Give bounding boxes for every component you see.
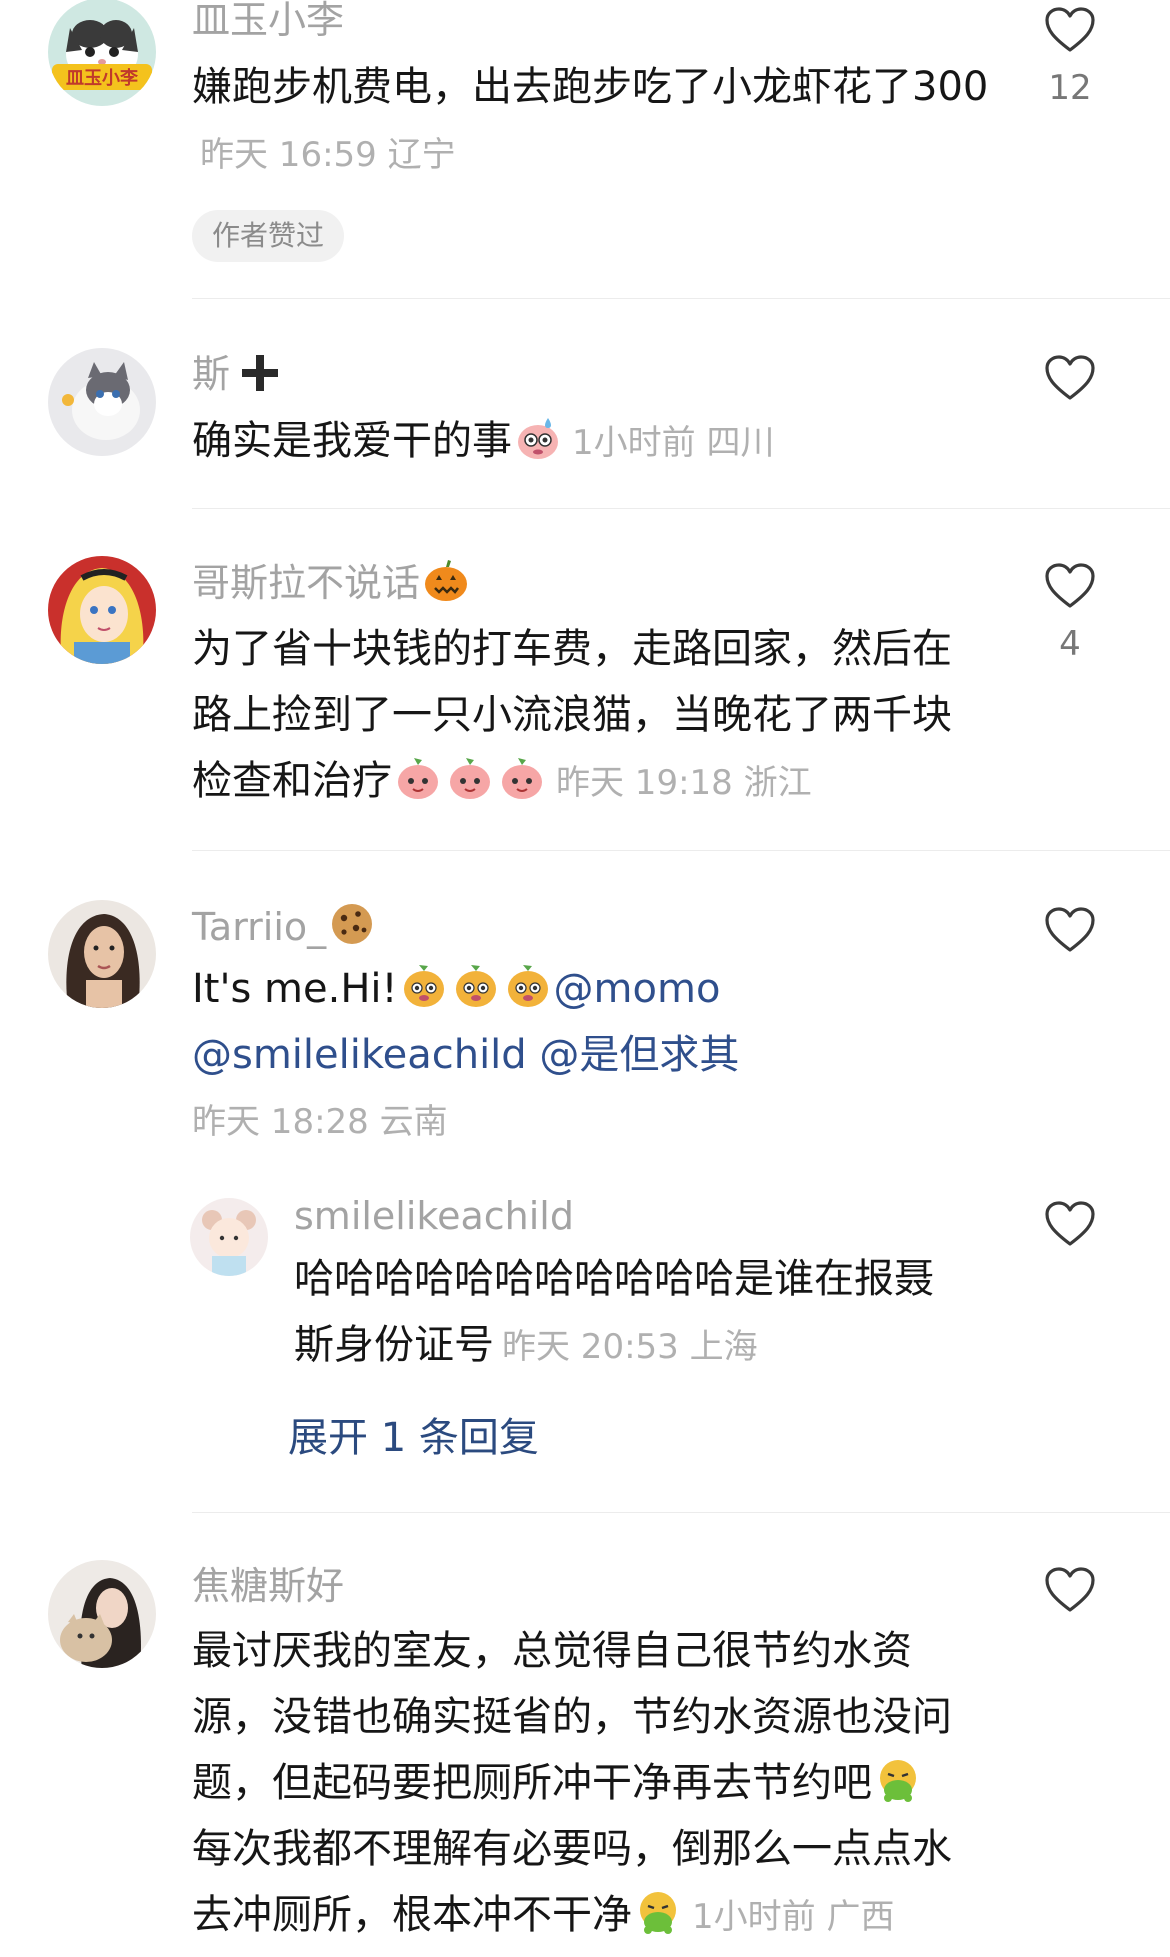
comment-text-line: 为了省十块钱的打车费，走路回家，然后在 xyxy=(192,626,952,672)
comment-text-line: 每次我都不理解有必要吗，倒那么一点点水 xyxy=(192,1826,952,1872)
dog-face-emoji xyxy=(504,962,552,1010)
comment-text-line: It's me.Hi! @momo xyxy=(192,956,1012,1022)
like-button[interactable] xyxy=(1030,1566,1110,1614)
like-button[interactable] xyxy=(1030,906,1110,954)
plus-icon[interactable] xyxy=(240,353,280,393)
username[interactable]: smilelikeachild xyxy=(294,1190,1014,1242)
comment-text: 嫌跑步机费电，出去跑步吃了小龙虾花了300 昨天 16:59 辽宁 xyxy=(192,54,1012,188)
comment-text-line: 题，但起码要把厕所冲干净再去节约吧 xyxy=(192,1760,872,1806)
comment-meta: 1小时前 广西 xyxy=(692,1897,895,1937)
comment-body: 皿玉小李 嫌跑步机费电，出去跑步吃了小龙虾花了300 昨天 16:59 辽宁 作者… xyxy=(192,0,1012,262)
username[interactable]: 哥斯拉不说话 xyxy=(192,561,420,605)
reply-text-line: 哈哈哈哈哈哈哈哈哈哈哈是谁在报聂 xyxy=(294,1256,934,1302)
comment-item: 哥斯拉不说话 为了省十块钱的打车费，走路回家，然后在 路上捡到了一只小流浪猫，当… xyxy=(0,556,1170,846)
mention-link[interactable]: @smilelikeachild xyxy=(192,1032,527,1078)
comment-text-line-last: 去冲厕所，根本冲不干净 1小时前 广西 xyxy=(192,1882,1012,1950)
comment-item: 焦糖斯好 最讨厌我的室友，总觉得自己很节约水资 源，没错也确实挺省的，节约水资源… xyxy=(0,1560,1170,1957)
heart-outline-icon xyxy=(1045,355,1095,400)
avatar[interactable] xyxy=(48,900,156,1008)
comment-text-line: 去冲厕所，根本冲不干净 xyxy=(192,1892,632,1938)
comment-meta: 昨天 19:18 浙江 xyxy=(556,763,812,803)
comment-text-line: 最讨厌我的室友，总觉得自己很节约水资 xyxy=(192,1628,912,1674)
divider xyxy=(192,508,1170,509)
username[interactable]: 皿玉小李 xyxy=(192,0,1012,46)
comment-text: 确实是我爱干的事 1小时前 四川 xyxy=(192,408,1012,476)
username[interactable]: 斯 xyxy=(192,352,230,396)
peach-face-emoji xyxy=(498,754,546,802)
avatar[interactable] xyxy=(48,556,156,664)
author-liked-badge: 作者赞过 xyxy=(192,210,345,262)
comment-item: Tarriio_ It's me.Hi! @momo @smilelikeachi… xyxy=(0,900,1170,1520)
username[interactable]: Tarriio_ xyxy=(192,905,326,949)
comment-body: 焦糖斯好 最讨厌我的室友，总觉得自己很节约水资 源，没错也确实挺省的，节约水资源… xyxy=(192,1560,1012,1950)
vomit-face-emoji xyxy=(874,1756,922,1804)
like-count: 4 xyxy=(1059,624,1081,664)
divider xyxy=(192,850,1170,851)
comment-text: It's me.Hi! @momo @smilelikeachild @是但求其 xyxy=(192,956,1012,1088)
divider xyxy=(192,1512,1170,1513)
like-button[interactable] xyxy=(1030,1200,1110,1248)
comment-text-line: @smilelikeachild @是但求其 xyxy=(192,1022,1012,1088)
heart-outline-icon xyxy=(1045,563,1095,608)
like-button[interactable]: 4 xyxy=(1030,562,1110,664)
comment-meta: 昨天 18:28 云南 xyxy=(192,1102,448,1142)
comment-body: 斯 确实是我爱干的事 1小时前 四川 xyxy=(192,348,1012,476)
username-row: Tarriio_ xyxy=(192,900,1012,952)
username-row: 哥斯拉不说话 xyxy=(192,556,1012,608)
sweating-face-emoji xyxy=(514,414,562,462)
like-count: 12 xyxy=(1048,68,1092,108)
reply-body: smilelikeachild 哈哈哈哈哈哈哈哈哈哈哈是谁在报聂 斯身份证号 昨天… xyxy=(294,1190,1014,1380)
comment-meta: 昨天 16:59 辽宁 xyxy=(200,135,456,175)
comment-meta: 1小时前 四川 xyxy=(572,423,775,463)
cookie-emoji xyxy=(328,900,376,948)
like-button[interactable]: 12 xyxy=(1030,6,1110,108)
username-row: 斯 xyxy=(192,348,1012,400)
heart-outline-icon xyxy=(1045,907,1095,952)
comment-text-line-last: 检查和治疗 昨天 19:18 浙江 xyxy=(192,748,1012,816)
like-button[interactable] xyxy=(1030,354,1110,402)
comment-text-line: 检查和治疗 xyxy=(192,758,392,804)
comment-text-line-with-emoji: 题，但起码要把厕所冲干净再去节约吧 xyxy=(192,1750,1012,1816)
mention-link[interactable]: @是但求其 xyxy=(539,1032,739,1078)
vomit-face-emoji xyxy=(634,1888,682,1936)
comment-text-content: 嫌跑步机费电，出去跑步吃了小龙虾花了300 xyxy=(192,64,989,110)
comment-text: 为了省十块钱的打车费，走路回家，然后在 路上捡到了一只小流浪猫，当晚花了两千块 … xyxy=(192,616,1012,816)
avatar[interactable] xyxy=(48,348,156,456)
mention-link[interactable]: @momo xyxy=(554,966,721,1012)
reply-text: 哈哈哈哈哈哈哈哈哈哈哈是谁在报聂 斯身份证号 昨天 20:53 上海 xyxy=(294,1246,1014,1380)
reply-text-line: 斯身份证号 xyxy=(294,1322,494,1368)
avatar[interactable] xyxy=(48,1560,156,1668)
heart-outline-icon xyxy=(1045,1567,1095,1612)
pumpkin-emoji xyxy=(422,556,470,604)
dog-face-emoji xyxy=(452,962,500,1010)
peach-face-emoji xyxy=(446,754,494,802)
heart-outline-icon xyxy=(1045,1201,1095,1246)
comment-text-content: It's me.Hi! xyxy=(192,966,398,1012)
reply-avatar[interactable] xyxy=(190,1198,268,1276)
expand-replies-button[interactable]: 展开 1 条回复 xyxy=(288,1408,539,1468)
reply-meta: 昨天 20:53 上海 xyxy=(502,1327,758,1367)
avatar[interactable]: 皿玉小李 xyxy=(48,0,156,106)
comment-text-content: 确实是我爱干的事 xyxy=(192,418,512,464)
comment-item: 皿玉小李 皿玉小李 嫌跑步机费电，出去跑步吃了小龙虾花了300 昨天 16:59 … xyxy=(0,0,1170,300)
reply-text-line-last: 斯身份证号 昨天 20:53 上海 xyxy=(294,1312,1014,1380)
avatar-label: 皿玉小李 xyxy=(66,68,139,89)
username[interactable]: 焦糖斯好 xyxy=(192,1560,1012,1612)
comment-text-line: 源，没错也确实挺省的，节约水资源也没问 xyxy=(192,1694,952,1740)
peach-face-emoji xyxy=(394,754,442,802)
comment-body: 哥斯拉不说话 为了省十块钱的打车费，走路回家，然后在 路上捡到了一只小流浪猫，当… xyxy=(192,556,1012,816)
comment-body: Tarriio_ It's me.Hi! @momo @smilelikeachi… xyxy=(192,900,1012,1152)
heart-outline-icon xyxy=(1045,7,1095,52)
comment-text: 最讨厌我的室友，总觉得自己很节约水资 源，没错也确实挺省的，节约水资源也没问 题… xyxy=(192,1618,1012,1950)
divider xyxy=(192,298,1170,299)
comment-text-line: 路上捡到了一只小流浪猫，当晚花了两千块 xyxy=(192,692,952,738)
comment-item: 斯 确实是我爱干的事 1小时前 四川 xyxy=(0,348,1170,508)
dog-face-emoji xyxy=(400,962,448,1010)
